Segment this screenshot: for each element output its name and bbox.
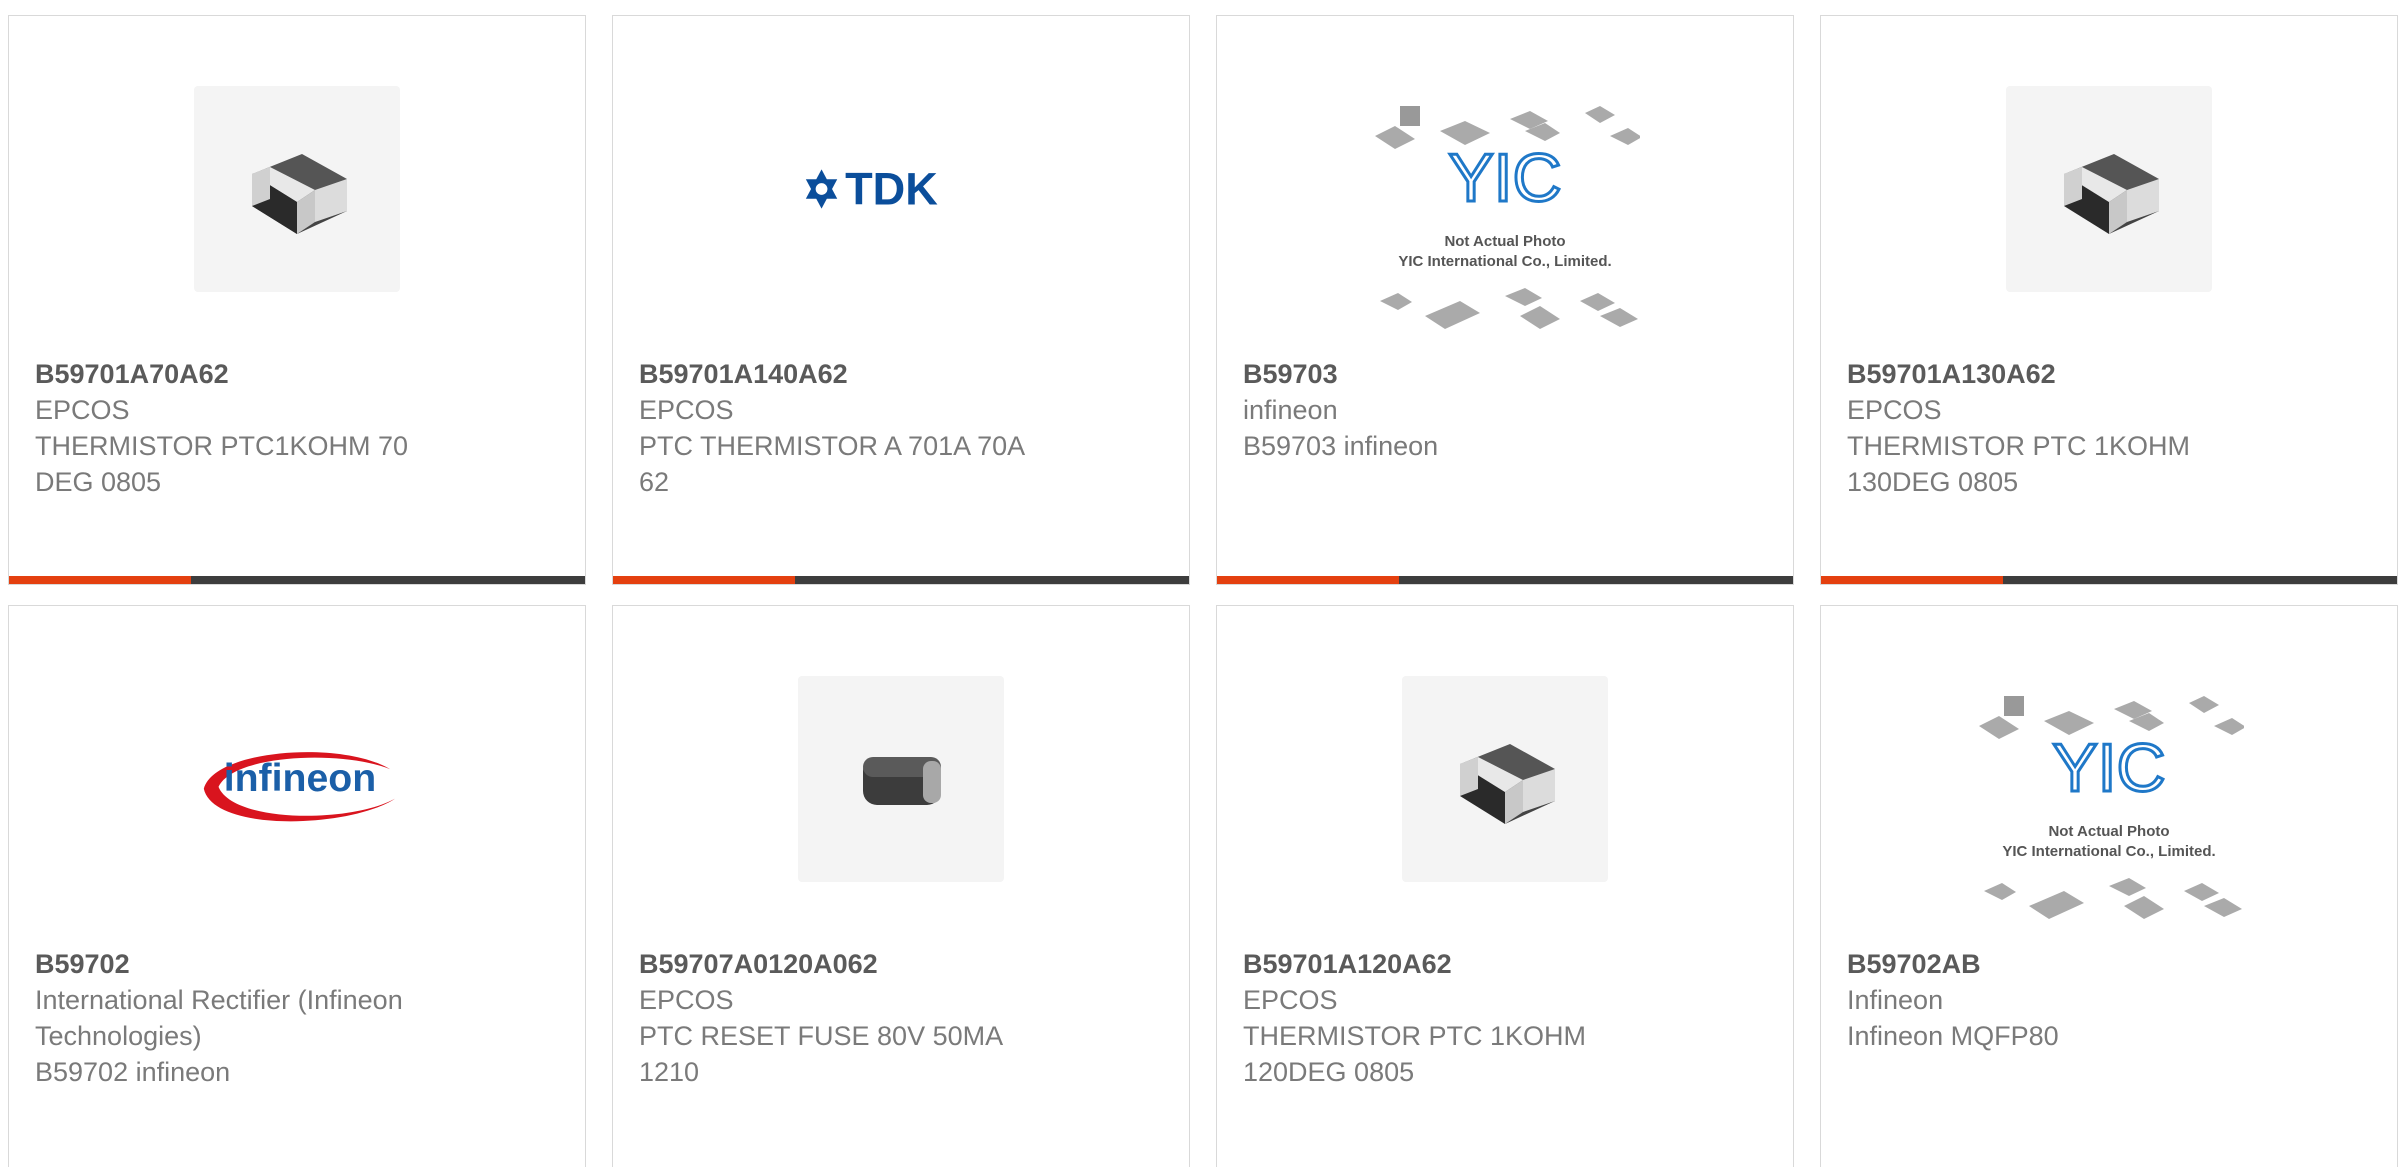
manufacturer: International Rectifier (Infineon Techno… <box>35 985 403 1051</box>
product-card[interactable]: B59701A130A62 EPCOS THERMISTOR PTC 1KOHM… <box>1820 15 2398 585</box>
product-card[interactable]: B59707A0120A062 EPCOS PTC RESET FUSE 80V… <box>612 605 1190 1167</box>
product-info: B59703 infineon B59703 infineon <box>1243 356 1653 464</box>
part-number[interactable]: B59707A0120A062 <box>639 946 1049 982</box>
product-image[interactable]: TDK <box>798 86 1004 292</box>
product-image[interactable] <box>1402 676 1608 882</box>
svg-text:infineon: infineon <box>224 756 377 800</box>
part-number[interactable]: B59703 <box>1243 356 1653 392</box>
tdk-logo-icon: TDK <box>805 164 938 215</box>
product-image[interactable]: YIC Not Actual Photo YIC International C… <box>1974 686 2244 946</box>
product-image[interactable]: infineon <box>194 676 400 882</box>
part-number[interactable]: B59701A140A62 <box>639 356 1049 392</box>
description: PTC THERMISTOR A 701A 70A 62 <box>639 431 1024 497</box>
smd-chip-icon <box>252 154 347 234</box>
yic-placeholder-icon: YIC Not Actual Photo YIC International C… <box>1375 106 1640 329</box>
product-grid: B59701A70A62 EPCOS THERMISTOR PTC1KOHM 7… <box>0 0 2400 1167</box>
card-accent <box>613 576 795 584</box>
product-info: B59702 International Rectifier (Infineon… <box>35 946 445 1090</box>
description: THERMISTOR PTC1KOHM 70 DEG 0805 <box>35 431 409 497</box>
product-info: B59701A140A62 EPCOS PTC THERMISTOR A 701… <box>639 356 1049 500</box>
svg-text:YIC International Co., Limited: YIC International Co., Limited. <box>2002 843 2215 860</box>
product-image[interactable] <box>2006 86 2212 292</box>
manufacturer: EPCOS <box>35 395 130 425</box>
part-number[interactable]: B59701A130A62 <box>1847 356 2257 392</box>
product-image[interactable] <box>798 676 1004 882</box>
product-image[interactable]: YIC Not Actual Photo YIC International C… <box>1370 96 1640 356</box>
smd-fuse-icon <box>863 757 941 805</box>
manufacturer: EPCOS <box>639 395 734 425</box>
description: Infineon MQFP80 <box>1847 1021 2059 1051</box>
manufacturer: infineon <box>1243 395 1338 425</box>
card-accent <box>1821 576 2003 584</box>
yic-placeholder-icon: YIC Not Actual Photo YIC International C… <box>1979 696 2244 919</box>
smd-chip-icon <box>2064 154 2159 234</box>
product-info: B59701A130A62 EPCOS THERMISTOR PTC 1KOHM… <box>1847 356 2257 500</box>
svg-text:YIC International Co., Limited: YIC International Co., Limited. <box>1398 253 1611 270</box>
description: THERMISTOR PTC 1KOHM 120DEG 0805 <box>1243 1021 1587 1087</box>
product-card[interactable]: B59701A120A62 EPCOS THERMISTOR PTC 1KOHM… <box>1216 605 1794 1167</box>
product-card[interactable]: TDK B59701A140A62 EPCOS PTC THERMISTOR A… <box>612 15 1190 585</box>
svg-text:Not Actual Photo: Not Actual Photo <box>2048 823 2169 840</box>
description: B59703 infineon <box>1243 431 1439 461</box>
card-footer-bar <box>1217 576 1793 584</box>
part-number[interactable]: B59701A70A62 <box>35 356 445 392</box>
smd-chip-icon <box>1460 744 1555 824</box>
product-info: B59702AB Infineon Infineon MQFP80 <box>1847 946 2257 1054</box>
card-footer-bar <box>613 576 1189 584</box>
manufacturer: Infineon <box>1847 985 1944 1015</box>
product-card[interactable]: YIC Not Actual Photo YIC International C… <box>1216 15 1794 585</box>
card-accent <box>1217 576 1399 584</box>
description: B59702 infineon <box>35 1057 231 1087</box>
card-footer-bar <box>1821 576 2397 584</box>
manufacturer: EPCOS <box>1243 985 1338 1015</box>
svg-text:TDK: TDK <box>845 164 938 215</box>
product-card[interactable]: B59701A70A62 EPCOS THERMISTOR PTC1KOHM 7… <box>8 15 586 585</box>
product-info: B59707A0120A062 EPCOS PTC RESET FUSE 80V… <box>639 946 1049 1090</box>
svg-text:YIC: YIC <box>2052 730 2165 806</box>
product-info: B59701A70A62 EPCOS THERMISTOR PTC1KOHM 7… <box>35 356 445 500</box>
product-card[interactable]: YIC Not Actual Photo YIC International C… <box>1820 605 2398 1167</box>
product-image[interactable] <box>194 86 400 292</box>
manufacturer: EPCOS <box>639 985 734 1015</box>
svg-text:Not Actual Photo: Not Actual Photo <box>1444 233 1565 250</box>
card-footer-bar <box>9 576 585 584</box>
description: THERMISTOR PTC 1KOHM 130DEG 0805 <box>1847 431 2191 497</box>
svg-text:YIC: YIC <box>1448 140 1561 216</box>
description: PTC RESET FUSE 80V 50MA 1210 <box>639 1021 1002 1087</box>
part-number[interactable]: B59701A120A62 <box>1243 946 1653 982</box>
part-number[interactable]: B59702 <box>35 946 445 982</box>
part-number[interactable]: B59702AB <box>1847 946 2257 982</box>
product-info: B59701A120A62 EPCOS THERMISTOR PTC 1KOHM… <box>1243 946 1653 1090</box>
infineon-logo-icon: infineon <box>203 752 396 822</box>
manufacturer: EPCOS <box>1847 395 1942 425</box>
product-card[interactable]: infineon B59702 International Rectifier … <box>8 605 586 1167</box>
card-accent <box>9 576 191 584</box>
